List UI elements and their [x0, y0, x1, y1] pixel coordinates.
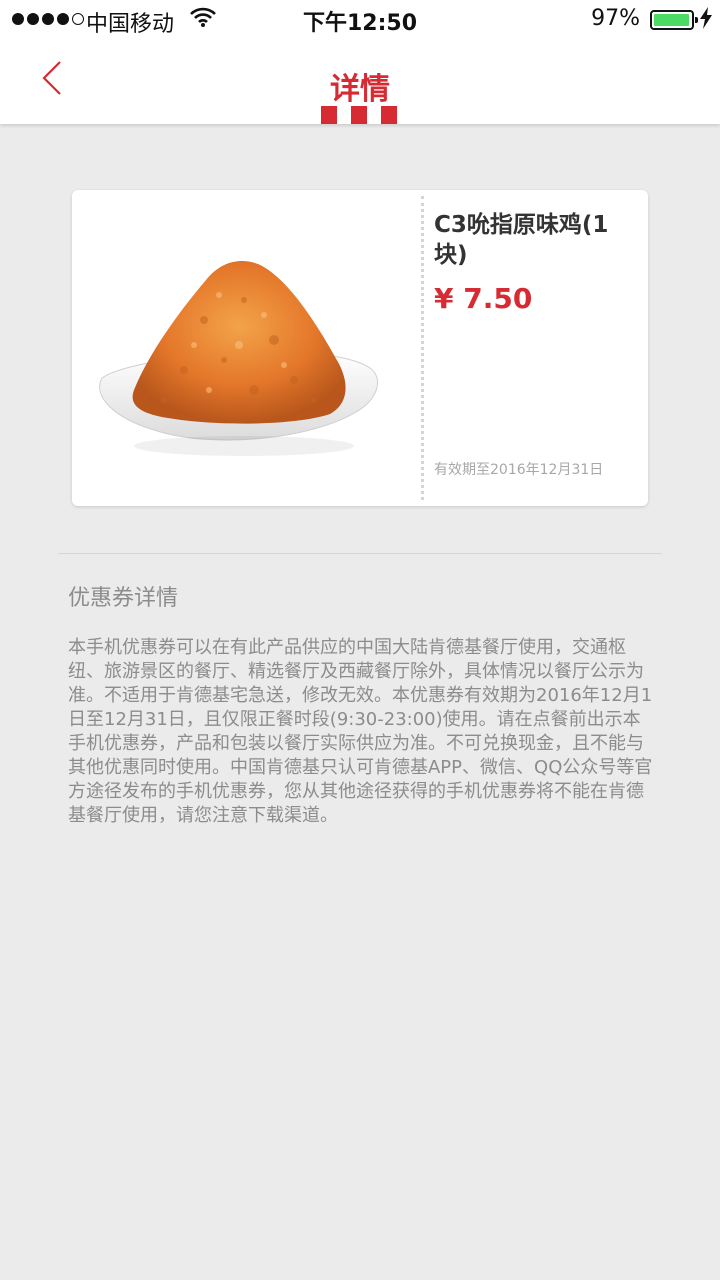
battery-icon — [650, 10, 698, 30]
back-button[interactable] — [30, 56, 74, 100]
battery-fill — [654, 14, 689, 26]
page-title: 详情 — [330, 72, 390, 107]
status-bar: 中国移动 下午12:50 97% — [0, 0, 720, 40]
nav-bar: 详情 — [0, 40, 720, 124]
kfc-stripes-logo — [321, 106, 397, 124]
details-body: 本手机优惠券可以在有此产品供应的中国大陆肯德基餐厅使用，交通枢纽、旅游景区的餐厅… — [68, 637, 653, 826]
wifi-icon — [190, 6, 216, 34]
coupon-expiry: 有效期至2016年12月31日 — [434, 462, 604, 478]
coupon-price: ¥ 7.50 — [434, 282, 533, 315]
section-divider — [58, 553, 662, 554]
coupon-name: C3吮指原味鸡(1块) — [434, 212, 609, 268]
carrier-name: 中国移动 — [86, 12, 175, 37]
coupon-card[interactable]: C3吮指原味鸡(1块) ¥ 7.50 有效期至2016年12月31日 — [72, 190, 648, 506]
charging-bolt-icon — [700, 7, 712, 35]
perforation-divider — [421, 196, 424, 500]
chevron-left-icon — [42, 61, 61, 95]
coupon-product-image — [94, 250, 384, 470]
battery-percent: 97% — [591, 6, 640, 31]
signal-strength-icon — [12, 13, 84, 25]
details-heading: 优惠券详情 — [68, 586, 179, 611]
